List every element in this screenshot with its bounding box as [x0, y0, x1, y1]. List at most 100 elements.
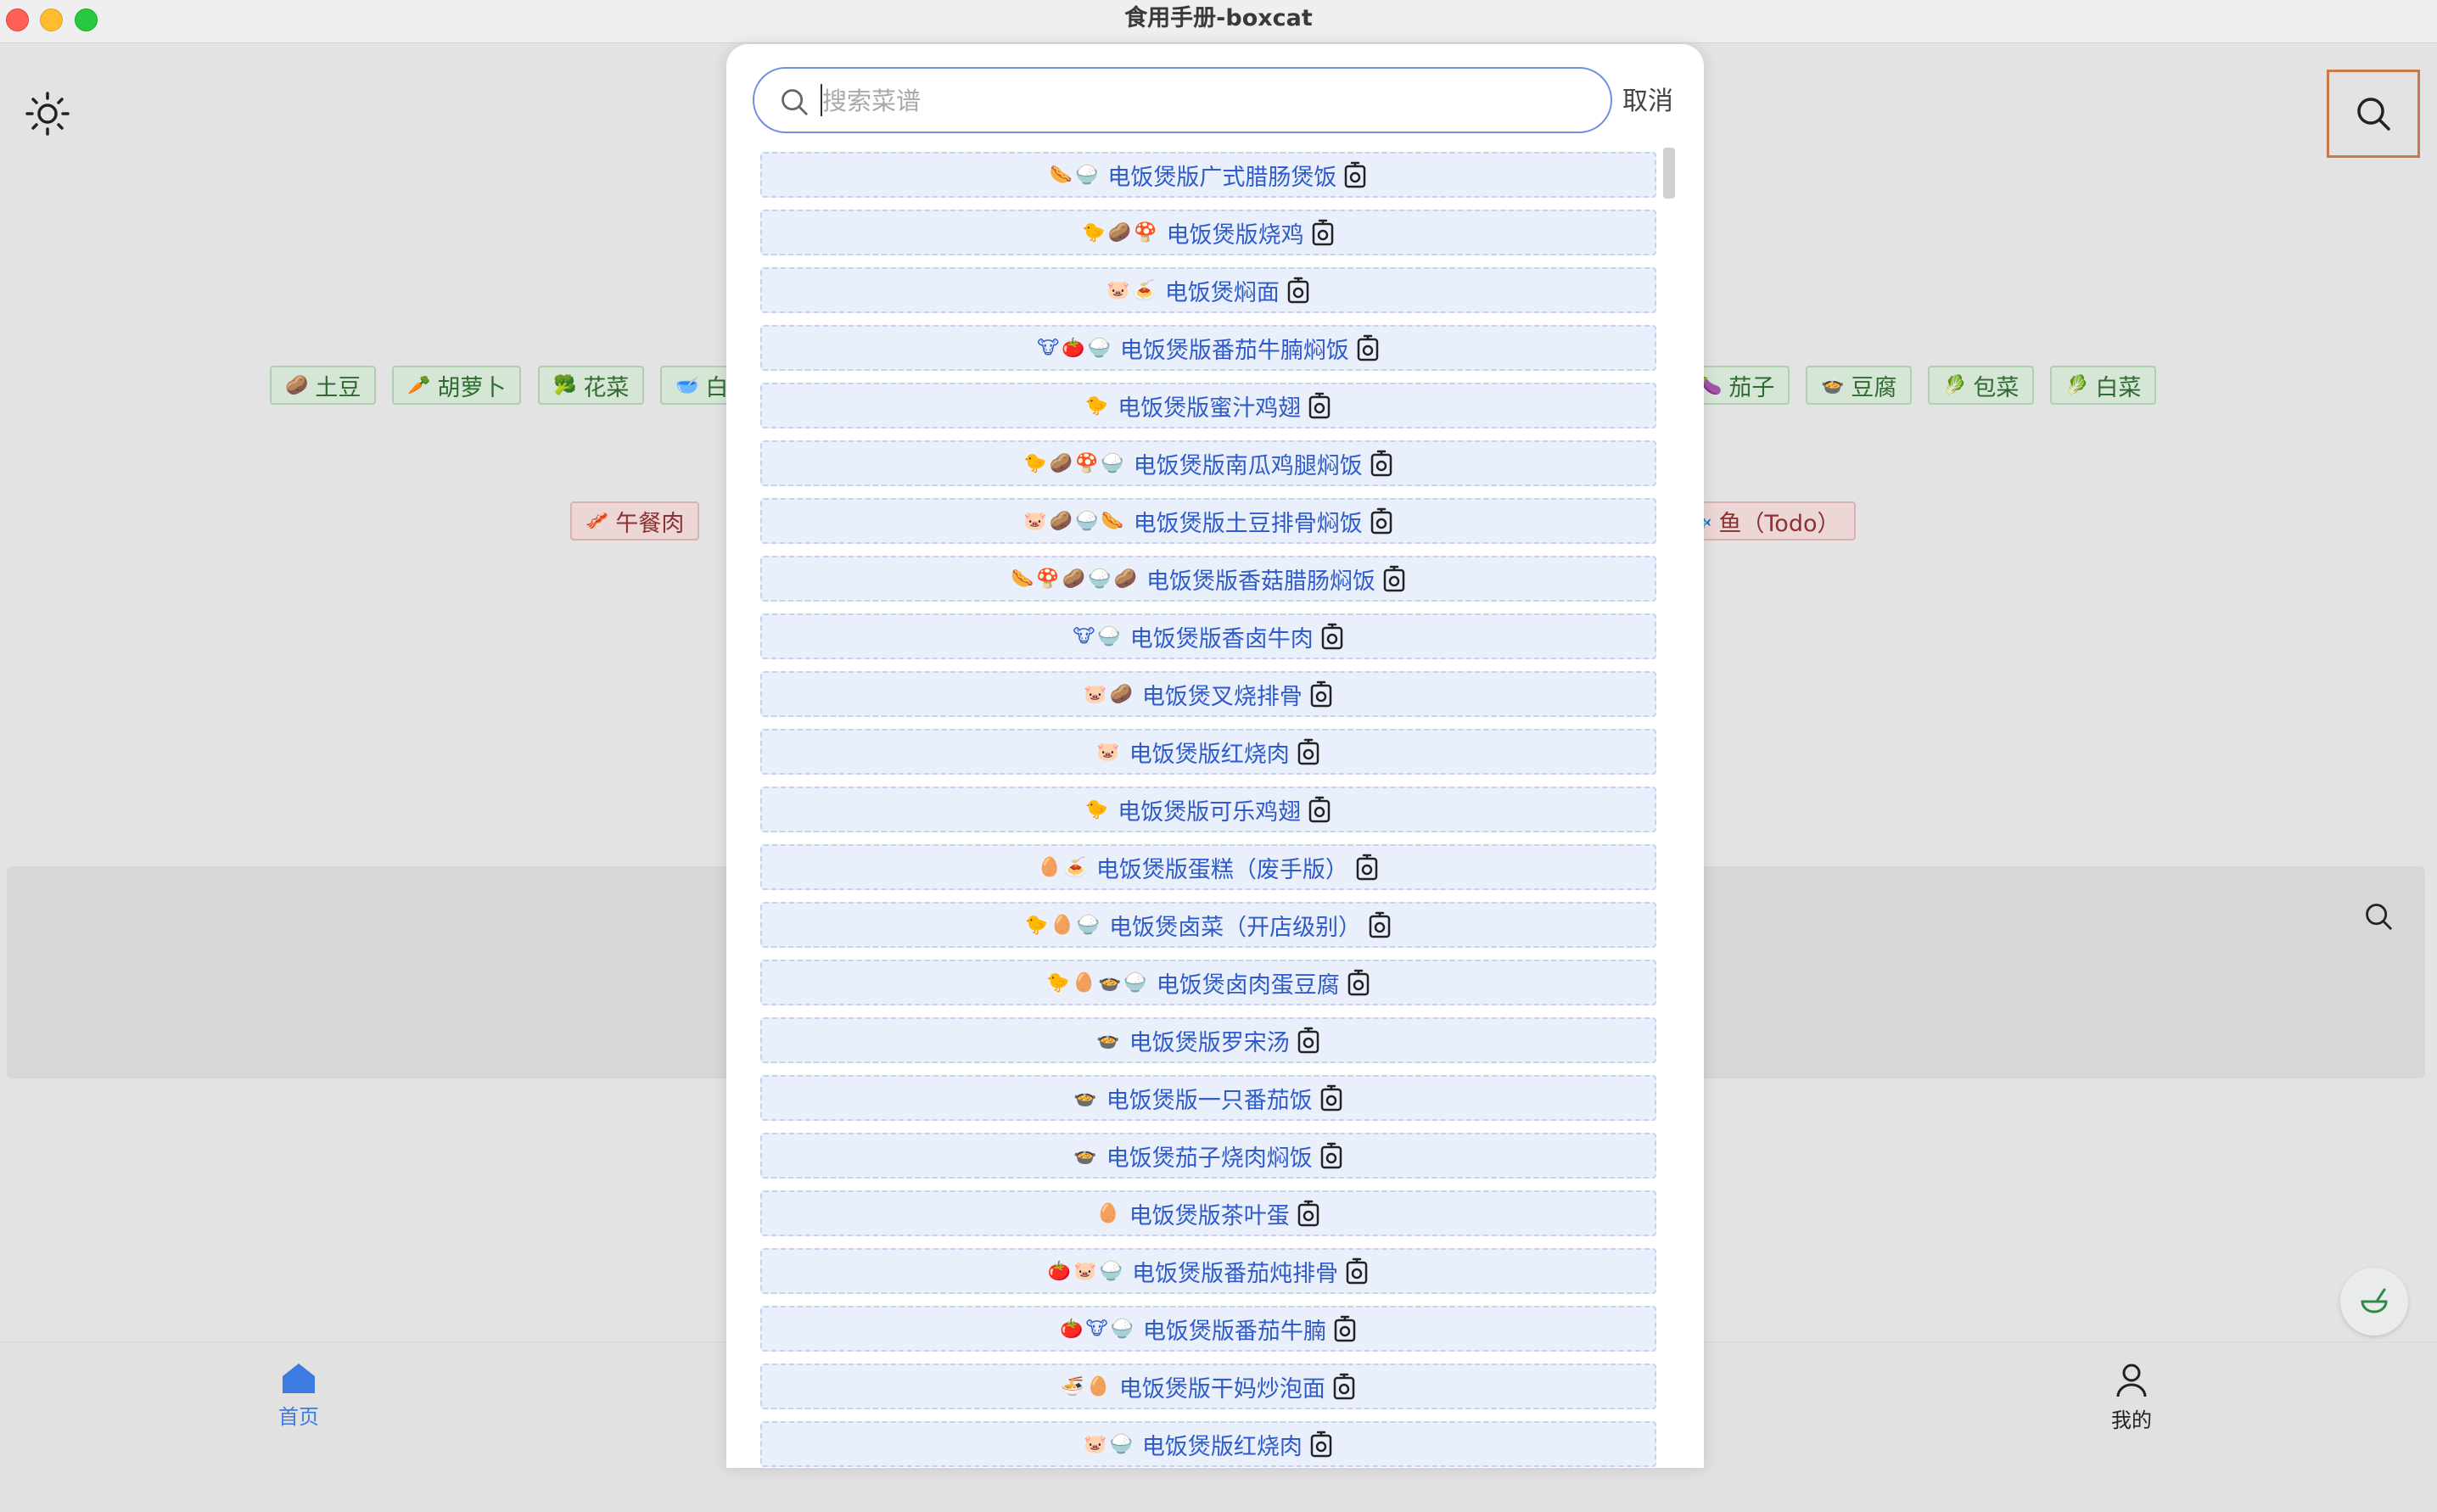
recipe-item[interactable]: 🍅🐷🍚 电饭煲版番茄炖排骨: [760, 1248, 1656, 1294]
recipe-name: 电饭煲焖面: [1164, 279, 1280, 306]
recipe-list[interactable]: 🌭🍚 电饭煲版广式腊肠煲饭 🐤🥔🍄 电饭煲版烧鸡 🐷🍝 电饭煲焖面 🐮🍅🍚 电饭煲版番茄牛腩焖…: [760, 152, 1656, 1468]
recipe-name: 电饭煲版罗宋汤: [1129, 1029, 1290, 1056]
rice-cooker-icon: [1320, 623, 1344, 650]
recipe-name: 电饭煲叉烧排骨: [1141, 683, 1303, 710]
sun-icon: [25, 92, 70, 136]
search-bar[interactable]: [753, 67, 1612, 133]
nav-home-label: 首页: [278, 1405, 319, 1429]
search-icon: [2366, 904, 2392, 930]
meat-chip[interactable]: 🥓 午餐肉: [570, 501, 700, 540]
chip-icon: 🥬: [1943, 374, 1967, 396]
recipe-item[interactable]: 🥚 电饭煲版茶叶蛋: [760, 1190, 1656, 1236]
recipe-item[interactable]: 🐤 电饭煲版蜜汁鸡翅: [760, 383, 1656, 428]
ingredient-emoji: 🐤🥔🍄🍚: [1023, 452, 1127, 474]
recipe-name: 电饭煲版烧鸡: [1166, 221, 1304, 249]
chip-icon: 🥦: [553, 374, 577, 396]
recipe-name: 电饭煲版香卤牛肉: [1129, 625, 1314, 652]
recipe-item[interactable]: 🐮🍚 电饭煲版香卤牛肉: [760, 613, 1656, 659]
recipe-name: 电饭煲卤菜（开店级别）: [1109, 914, 1362, 941]
ingredient-emoji: 🍲: [1073, 1087, 1100, 1109]
recipe-item[interactable]: 🌭🍄🥔🍚🥔 电饭煲版香菇腊肠焖饭: [760, 556, 1656, 602]
recipe-item[interactable]: 🍲 电饭煲版罗宋汤: [760, 1017, 1656, 1063]
recipe-name: 电饭煲版茶叶蛋: [1129, 1202, 1290, 1229]
rice-cooker-icon: [1345, 1257, 1369, 1285]
search-icon: [782, 89, 808, 115]
recipe-item[interactable]: 🐤🥔🍄🍚 电饭煲版南瓜鸡腿焖饭: [760, 440, 1656, 486]
nav-me[interactable]: 我的: [2081, 1361, 2182, 1433]
rice-cooker-icon: [1309, 1431, 1333, 1458]
rice-cooker-icon: [1343, 161, 1367, 188]
cancel-button[interactable]: 取消: [1622, 80, 1673, 117]
recipe-item[interactable]: 🐷🍚 电饭煲版红烧肉: [760, 1421, 1656, 1467]
recipe-name: 电饭煲版番茄牛腩: [1142, 1318, 1326, 1345]
recipe-item[interactable]: 🍅🐮🍚 电饭煲版番茄牛腩: [760, 1306, 1656, 1352]
recipe-item[interactable]: 🐷🍝 电饭煲焖面: [760, 267, 1656, 313]
veg-chip[interactable]: 🥬 包菜: [1928, 366, 2035, 405]
chip-icon: 🥣: [675, 374, 699, 396]
recipe-item[interactable]: 🍲 电饭煲茄子烧肉焖饭: [760, 1133, 1656, 1179]
recipe-name: 电饭煲版香菇腊肠焖饭: [1146, 568, 1375, 595]
chip-icon: 🥕: [407, 374, 431, 396]
ingredient-emoji: 🐤🥚🍲🍚: [1046, 972, 1150, 994]
rice-cooker-icon: [1311, 219, 1335, 246]
nav-me-label: 我的: [2111, 1408, 2152, 1432]
recipe-item[interactable]: 🍲 电饭煲版一只番茄饭: [760, 1075, 1656, 1121]
recipe-name: 电饭煲卤肉蛋豆腐: [1156, 972, 1340, 999]
recipe-item[interactable]: 🐤🥚🍲🍚 电饭煲卤肉蛋豆腐: [760, 960, 1656, 1005]
search-icon: [2357, 98, 2390, 131]
recipe-item[interactable]: 🐤 电饭煲版可乐鸡翅: [760, 787, 1656, 832]
ingredient-emoji: 🐤: [1084, 798, 1112, 820]
recipe-item[interactable]: 🐤🥚🍚 电饭煲卤菜（开店级别）: [760, 902, 1656, 948]
ingredient-emoji: 🥚🍝: [1038, 856, 1090, 878]
chip-label: 豆腐: [1851, 374, 1897, 401]
scrollbar-thumb[interactable]: [1663, 148, 1675, 199]
recipe-item[interactable]: 🐷 电饭煲版红烧肉: [760, 729, 1656, 775]
recipe-item[interactable]: 🐮🍅🍚 电饭煲版番茄牛腩焖饭: [760, 325, 1656, 371]
recipe-item[interactable]: 🍜🥚 电饭煲版干妈炒泡面: [760, 1364, 1656, 1409]
recipe-name: 电饭煲版干妈炒泡面: [1118, 1375, 1325, 1403]
rice-cooker-icon: [1319, 1084, 1343, 1112]
rice-cooker-icon: [1355, 854, 1379, 881]
ingredient-emoji: 🍜🥚: [1061, 1375, 1112, 1397]
recipe-name: 电饭煲版可乐鸡翅: [1118, 798, 1302, 826]
recipe-item[interactable]: 🐷🥔 电饭煲叉烧排骨: [760, 671, 1656, 717]
recipe-name: 电饭煲版番茄牛腩焖饭: [1119, 337, 1349, 364]
window-title: 食用手册-boxcat: [1124, 5, 1313, 31]
rice-cooker-icon: [1370, 450, 1393, 477]
floating-action-button[interactable]: [2340, 1268, 2408, 1336]
ingredient-emoji: 🌭🍚: [1049, 164, 1101, 186]
rice-cooker-icon: [1382, 565, 1406, 592]
recipe-name: 电饭煲版红烧肉: [1141, 1433, 1303, 1460]
recipe-item[interactable]: 🐤🥔🍄 电饭煲版烧鸡: [760, 210, 1656, 255]
theme-toggle-button[interactable]: [24, 90, 71, 137]
recipe-name: 电饭煲版南瓜鸡腿焖饭: [1133, 452, 1363, 479]
veg-chip[interactable]: 🥕 胡萝卜: [392, 366, 522, 405]
recipe-item[interactable]: 🥚🍝 电饭煲版蛋糕（废手版）: [760, 844, 1656, 890]
chip-icon: 🥔: [285, 374, 309, 396]
veg-chip[interactable]: 🥔 土豆: [270, 366, 377, 405]
open-search-button[interactable]: [2327, 70, 2420, 158]
veg-chip[interactable]: 🥬 白菜: [2050, 366, 2157, 405]
panel-search-button[interactable]: [2362, 900, 2395, 936]
chip-icon: 🥓: [585, 510, 609, 532]
recipe-item[interactable]: 🌭🍚 电饭煲版广式腊肠煲饭: [760, 152, 1656, 198]
rice-cooker-icon: [1356, 334, 1380, 361]
chip-label: 鱼（Todo）: [1718, 510, 1840, 537]
ingredient-emoji: 🌭🍄🥔🍚🥔: [1011, 568, 1140, 590]
veg-chip[interactable]: 🍲 豆腐: [1806, 366, 1913, 405]
rice-cooker-icon: [1308, 392, 1331, 419]
rice-cooker-icon: [1297, 1200, 1320, 1227]
chip-label: 胡萝卜: [437, 374, 507, 401]
recipe-name: 电饭煲茄子烧肉焖饭: [1106, 1145, 1313, 1172]
search-input[interactable]: [821, 81, 1588, 121]
search-modal: 取消 🌭🍚 电饭煲版广式腊肠煲饭 🐤🥔🍄 电饭煲版烧鸡 🐷🍝 电饭煲焖面 🐮🍅🍚 电饭煲版番茄…: [726, 44, 1704, 1468]
ingredient-emoji: 🐤🥔🍄: [1082, 221, 1160, 244]
text-caret: [821, 84, 822, 116]
recipe-name: 电饭煲版广式腊肠煲饭: [1107, 164, 1337, 191]
home-icon: [283, 1364, 315, 1393]
ingredient-emoji: 🐷🥔: [1084, 683, 1135, 705]
nav-home[interactable]: 首页: [248, 1361, 350, 1430]
rice-cooker-icon: [1370, 507, 1393, 535]
veg-chip[interactable]: 🥦 花菜: [538, 366, 645, 405]
recipe-item[interactable]: 🐷🥔🍚🌭 电饭煲版土豆排骨焖饭: [760, 498, 1656, 544]
